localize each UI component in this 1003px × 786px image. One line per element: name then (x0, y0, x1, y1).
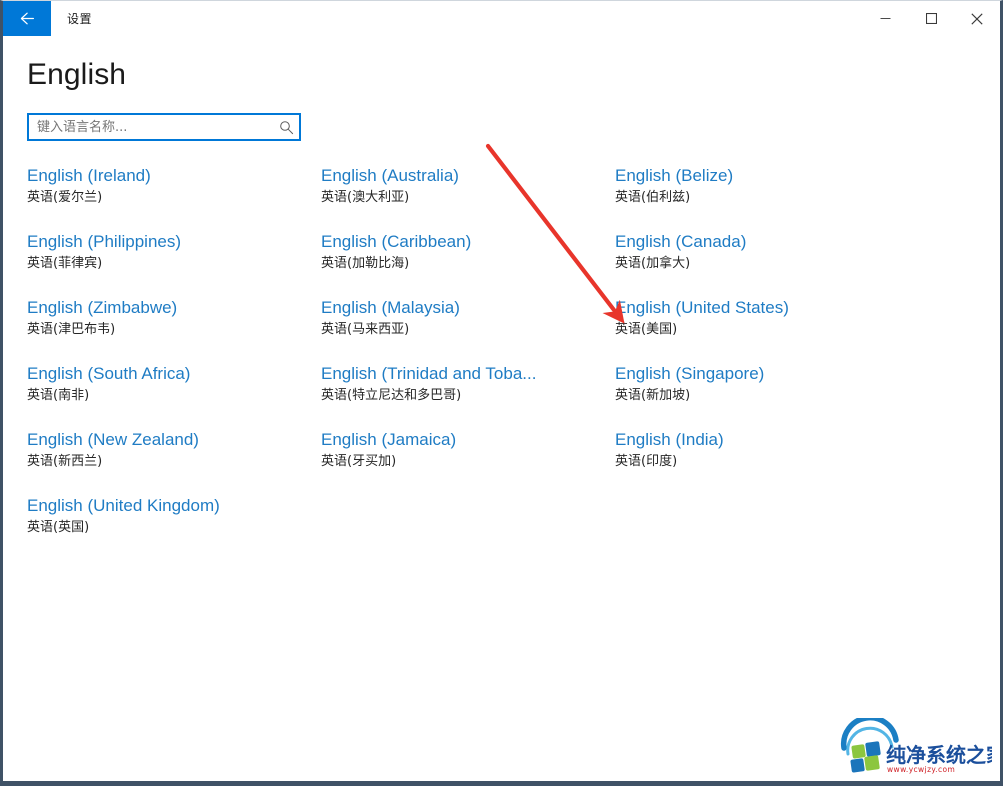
language-item[interactable]: English (Belize) 英语(伯利兹) (615, 165, 909, 231)
language-grid: English (Ireland) 英语(爱尔兰) English (Phili… (27, 165, 976, 561)
language-column-2: English (Australia) 英语(澳大利亚) English (Ca… (321, 165, 615, 561)
language-native-name: 英语(美国) (615, 322, 678, 337)
language-native-name: 英语(爱尔兰) (27, 190, 103, 205)
page-title: English (27, 58, 127, 91)
titlebar-spacer (92, 1, 862, 36)
language-name: English (Belize) (615, 166, 734, 185)
search-button[interactable] (275, 116, 297, 138)
settings-window: 设置 English 键入语言名称... English (Ireland) 英… (0, 0, 1003, 786)
language-item[interactable]: English (Singapore) 英语(新加坡) (615, 363, 909, 429)
close-button[interactable] (954, 1, 1000, 36)
language-native-name: 英语(津巴布韦) (27, 322, 116, 337)
language-item[interactable]: English (India) 英语(印度) (615, 429, 909, 495)
language-item[interactable]: English (Philippines) 英语(菲律宾) (27, 231, 321, 297)
minimize-icon (880, 18, 890, 19)
language-native-name: 英语(伯利兹) (615, 190, 691, 205)
language-name: English (Philippines) (27, 232, 182, 251)
language-name: English (Trinidad and Toba... (321, 364, 537, 383)
language-item[interactable]: English (United Kingdom) 英语(英国) (27, 495, 321, 561)
language-native-name: 英语(加拿大) (615, 256, 691, 271)
language-name: English (South Africa) (27, 364, 191, 383)
language-item[interactable]: English (Jamaica) 英语(牙买加) (321, 429, 615, 495)
language-item[interactable]: English (Australia) 英语(澳大利亚) (321, 165, 615, 231)
language-native-name: 英语(特立尼达和多巴哥) (321, 388, 462, 403)
language-name: English (Singapore) (615, 364, 765, 383)
language-native-name: 英语(马来西亚) (321, 322, 410, 337)
language-native-name: 英语(牙买加) (321, 454, 397, 469)
language-native-name: 英语(澳大利亚) (321, 190, 410, 205)
language-name: English (United Kingdom) (27, 496, 220, 515)
language-name: English (Malaysia) (321, 298, 460, 317)
language-item[interactable]: English (Trinidad and Toba... 英语(特立尼达和多巴… (321, 363, 615, 429)
language-item-united-states[interactable]: English (United States) 英语(美国) (615, 297, 909, 363)
language-name: English (Jamaica) (321, 430, 457, 449)
window-title: 设置 (67, 12, 93, 26)
language-native-name: 英语(英国) (27, 520, 90, 535)
language-native-name: 英语(南非) (27, 388, 90, 403)
language-name: English (United States) (615, 298, 789, 317)
language-native-name: 英语(菲律宾) (27, 256, 103, 271)
language-native-name: 英语(加勒比海) (321, 256, 410, 271)
language-item[interactable]: English (New Zealand) 英语(新西兰) (27, 429, 321, 495)
search-input[interactable] (27, 113, 301, 141)
language-name: English (Zimbabwe) (27, 298, 178, 317)
page-body: English English (Ireland) 英语(爱尔兰) Englis… (3, 58, 1000, 781)
search-box (27, 113, 301, 141)
language-item[interactable]: English (Canada) 英语(加拿大) (615, 231, 909, 297)
language-native-name: 英语(新西兰) (27, 454, 103, 469)
back-button[interactable] (3, 1, 51, 36)
language-column-1: English (Ireland) 英语(爱尔兰) English (Phili… (27, 165, 321, 561)
language-native-name: 英语(印度) (615, 454, 678, 469)
language-item[interactable]: English (Zimbabwe) 英语(津巴布韦) (27, 297, 321, 363)
close-icon (971, 12, 983, 25)
search-icon (279, 120, 293, 134)
language-name: English (Ireland) (27, 166, 151, 185)
language-name: English (Canada) (615, 232, 747, 251)
language-name: English (Australia) (321, 166, 459, 185)
language-column-3: English (Belize) 英语(伯利兹) English (Canada… (615, 165, 909, 561)
language-item[interactable]: English (Malaysia) 英语(马来西亚) (321, 297, 615, 363)
caption-buttons (862, 1, 1000, 36)
language-item[interactable]: English (Caribbean) 英语(加勒比海) (321, 231, 615, 297)
language-name: English (New Zealand) (27, 430, 199, 449)
minimize-button[interactable] (862, 1, 908, 36)
language-item[interactable]: English (Ireland) 英语(爱尔兰) (27, 165, 321, 231)
title-bar: 设置 (3, 1, 1000, 37)
language-item[interactable]: English (South Africa) 英语(南非) (27, 363, 321, 429)
language-native-name: 英语(新加坡) (615, 388, 691, 403)
maximize-button[interactable] (908, 1, 954, 36)
language-name: English (Caribbean) (321, 232, 472, 251)
back-arrow-icon (20, 12, 34, 25)
language-name: English (India) (615, 430, 724, 449)
maximize-icon (925, 13, 937, 24)
